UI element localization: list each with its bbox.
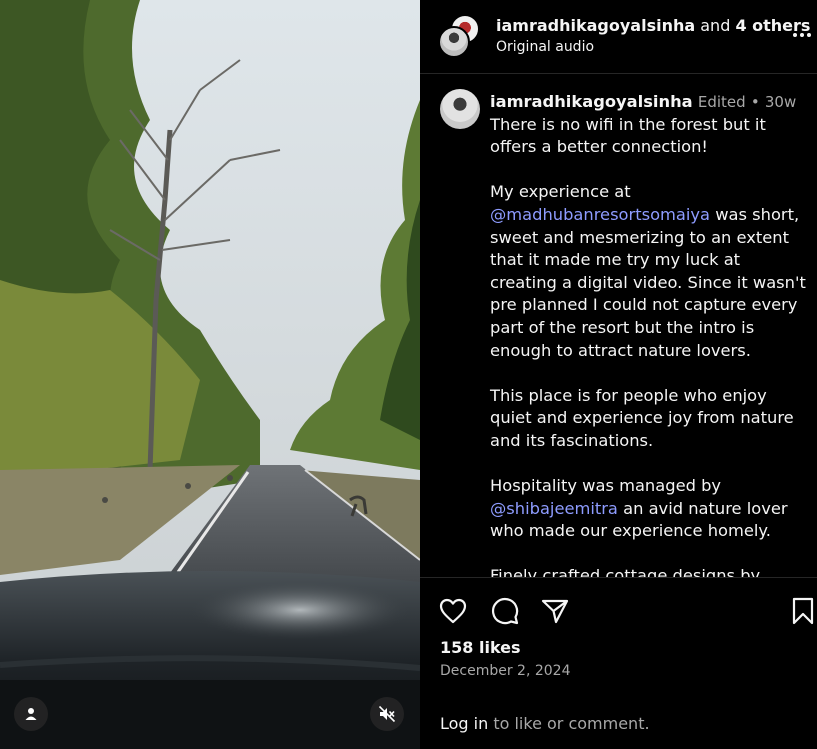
author-username-link[interactable]: iamradhikagoyalsinha — [496, 16, 695, 35]
reel-video[interactable] — [0, 0, 420, 749]
edited-label: Edited — [697, 93, 746, 111]
caption-paragraph: My experience at @madhubanresortsomaiya … — [490, 181, 810, 362]
login-prompt-text: to like or comment. — [488, 714, 650, 733]
caption-text: My experience at — [490, 182, 631, 202]
save-button[interactable] — [788, 596, 817, 626]
original-audio-link[interactable]: Original audio — [496, 39, 594, 55]
mute-button[interactable] — [370, 697, 404, 731]
share-button[interactable] — [540, 596, 570, 626]
caption-paragraph: There is no wifi in the forest but it of… — [490, 114, 766, 157]
caption-scroll-area[interactable]: iamradhikagoyalsinha Edited • 30w There … — [420, 75, 817, 577]
avatar[interactable] — [438, 26, 470, 58]
caption-text: was short, sweet and mesmerizing to an e… — [490, 204, 806, 360]
speaker-muted-icon — [378, 705, 396, 723]
post-details-pane: iamradhikagoyalsinha and 4 others Origin… — [420, 0, 817, 749]
login-prompt: Log in to like or comment. — [440, 714, 650, 733]
login-link[interactable]: Log in — [440, 714, 488, 733]
post-header: iamradhikagoyalsinha and 4 others Origin… — [420, 0, 817, 74]
avatar[interactable] — [440, 89, 480, 129]
post-author-line: iamradhikagoyalsinha and 4 others — [496, 16, 810, 35]
post-actions: 158 likes December 2, 2024 Log in to lik… — [420, 577, 817, 749]
meta-separator: • — [750, 93, 760, 111]
caption: iamradhikagoyalsinha Edited • 30w There … — [490, 91, 810, 577]
user-tag-icon — [25, 708, 37, 720]
post-date[interactable]: December 2, 2024 — [440, 663, 570, 679]
bookmark-icon — [792, 597, 814, 625]
heart-icon — [439, 598, 467, 624]
caption-text: Hospitality was managed by — [490, 476, 722, 496]
paper-plane-icon — [541, 599, 569, 624]
author-conjunction: and — [695, 16, 736, 35]
caption-username-link[interactable]: iamradhikagoyalsinha — [490, 92, 693, 111]
mention-link[interactable]: @madhubanresortsomaiya — [490, 205, 710, 224]
mention-link[interactable]: @shibajeemitra — [490, 499, 618, 518]
post-age[interactable]: 30w — [765, 93, 796, 111]
tagged-users-button[interactable] — [14, 697, 48, 731]
more-options-button[interactable] — [790, 24, 814, 46]
more-horizontal-icon — [793, 33, 811, 37]
caption-paragraph: Finely crafted cottage designs by — [490, 566, 761, 577]
caption-paragraph: This place is for people who enjoy quiet… — [490, 385, 794, 450]
likes-count[interactable]: 158 likes — [440, 638, 521, 657]
comment-bubble-icon — [491, 597, 519, 625]
caption-meta: iamradhikagoyalsinha Edited • 30w — [490, 91, 810, 114]
caption-paragraph: Hospitality was managed by @shibajeemitr… — [490, 475, 810, 543]
collab-avatars[interactable] — [438, 14, 482, 60]
comment-button[interactable] — [490, 596, 520, 626]
video-frame — [0, 0, 420, 749]
like-button[interactable] — [438, 596, 468, 626]
